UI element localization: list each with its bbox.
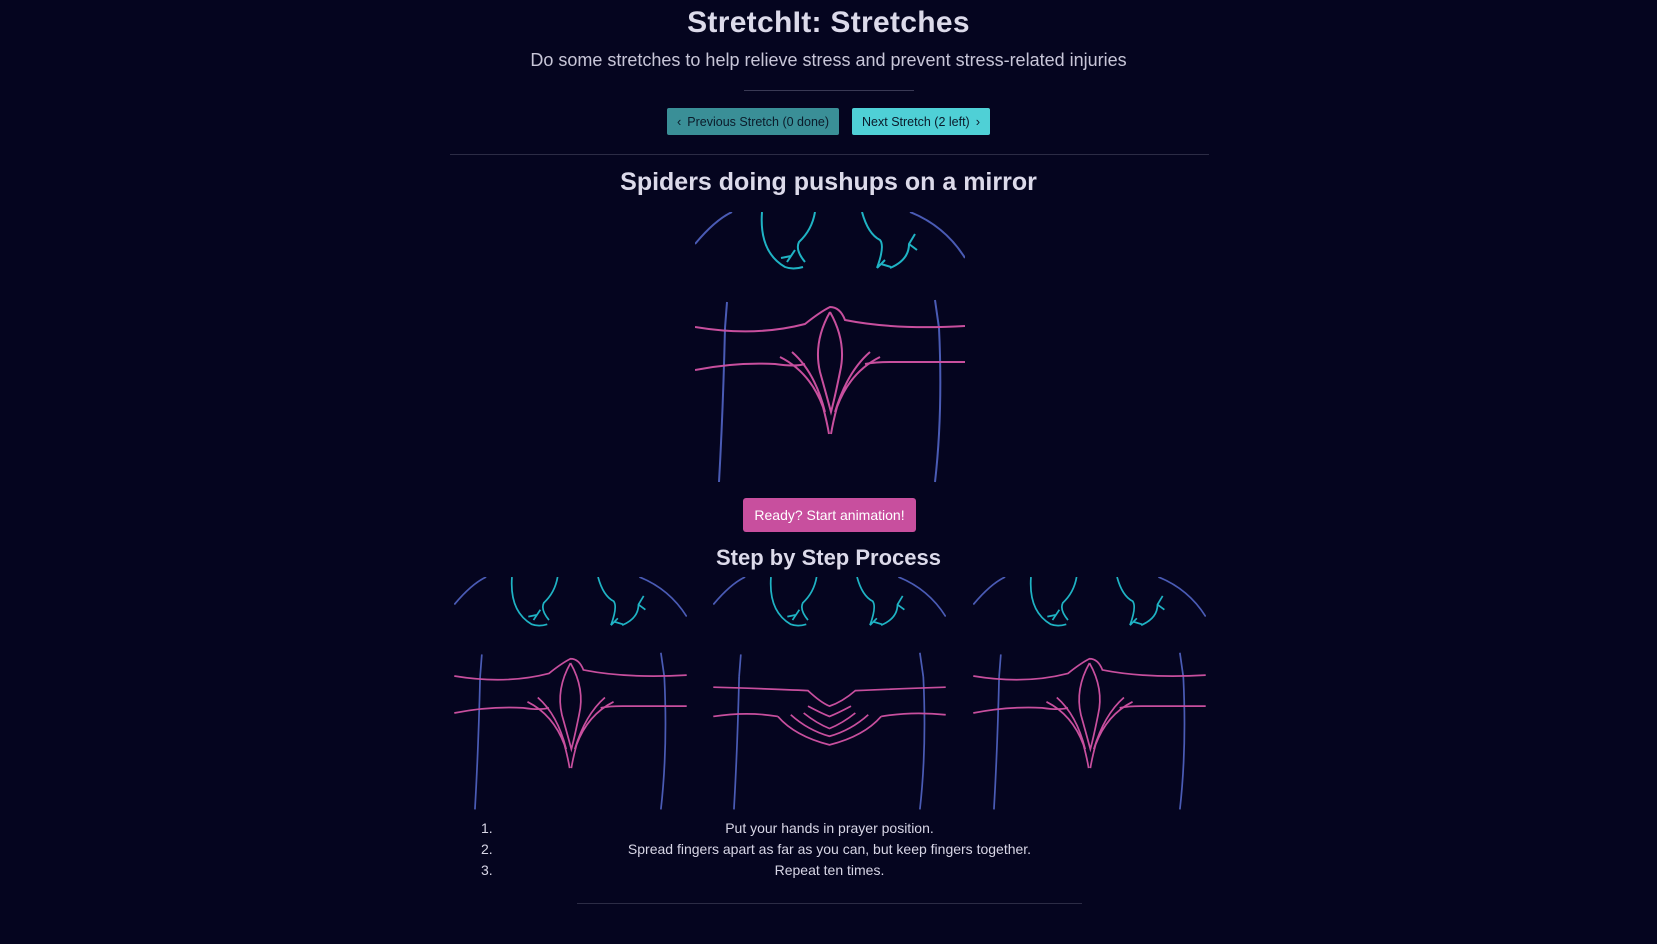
stretch-navigation: ‹ Previous Stretch (0 done) Next Stretch…	[0, 108, 1657, 135]
step-text: Spread fingers apart as far as you can, …	[627, 841, 1032, 857]
previous-stretch-button[interactable]: ‹ Previous Stretch (0 done)	[666, 108, 840, 135]
stretch-animation-figure	[695, 212, 965, 483]
divider	[577, 903, 1082, 904]
stretch-page: StretchIt: Stretches Do some stretches t…	[0, 0, 1657, 944]
chevron-right-icon: ›	[975, 114, 981, 129]
stretch-title: Spiders doing pushups on a mirror	[620, 168, 1037, 196]
step-item: 2. Spread fingers apart as far as you ca…	[450, 839, 1209, 860]
previous-stretch-label: Previous Stretch (0 done)	[687, 114, 830, 129]
step-item: 1. Put your hands in prayer position.	[450, 818, 1209, 839]
step-number: 1.	[481, 820, 493, 836]
step-item: 3. Repeat ten times.	[450, 860, 1209, 881]
page-title: StretchIt: Stretches	[687, 6, 970, 39]
divider	[744, 90, 914, 91]
next-stretch-label: Next Stretch (2 left)	[862, 114, 970, 129]
step-1-figure	[454, 577, 687, 811]
step-number: 3.	[481, 862, 493, 878]
next-stretch-button[interactable]: Next Stretch (2 left) ›	[852, 108, 991, 135]
chevron-left-icon: ‹	[676, 114, 682, 129]
step-number: 2.	[481, 841, 493, 857]
steps-heading: Step by Step Process	[716, 545, 941, 570]
step-3-figure	[973, 577, 1206, 811]
step-2-figure	[713, 577, 946, 811]
step-text: Put your hands in prayer position.	[725, 820, 934, 836]
start-animation-button[interactable]: Ready? Start animation!	[743, 498, 916, 532]
step-text: Repeat ten times.	[774, 862, 885, 878]
steps-list: 1. Put your hands in prayer position. 2.…	[450, 818, 1209, 881]
page-subtitle: Do some stretches to help relieve stress…	[530, 50, 1127, 70]
divider	[450, 154, 1209, 155]
